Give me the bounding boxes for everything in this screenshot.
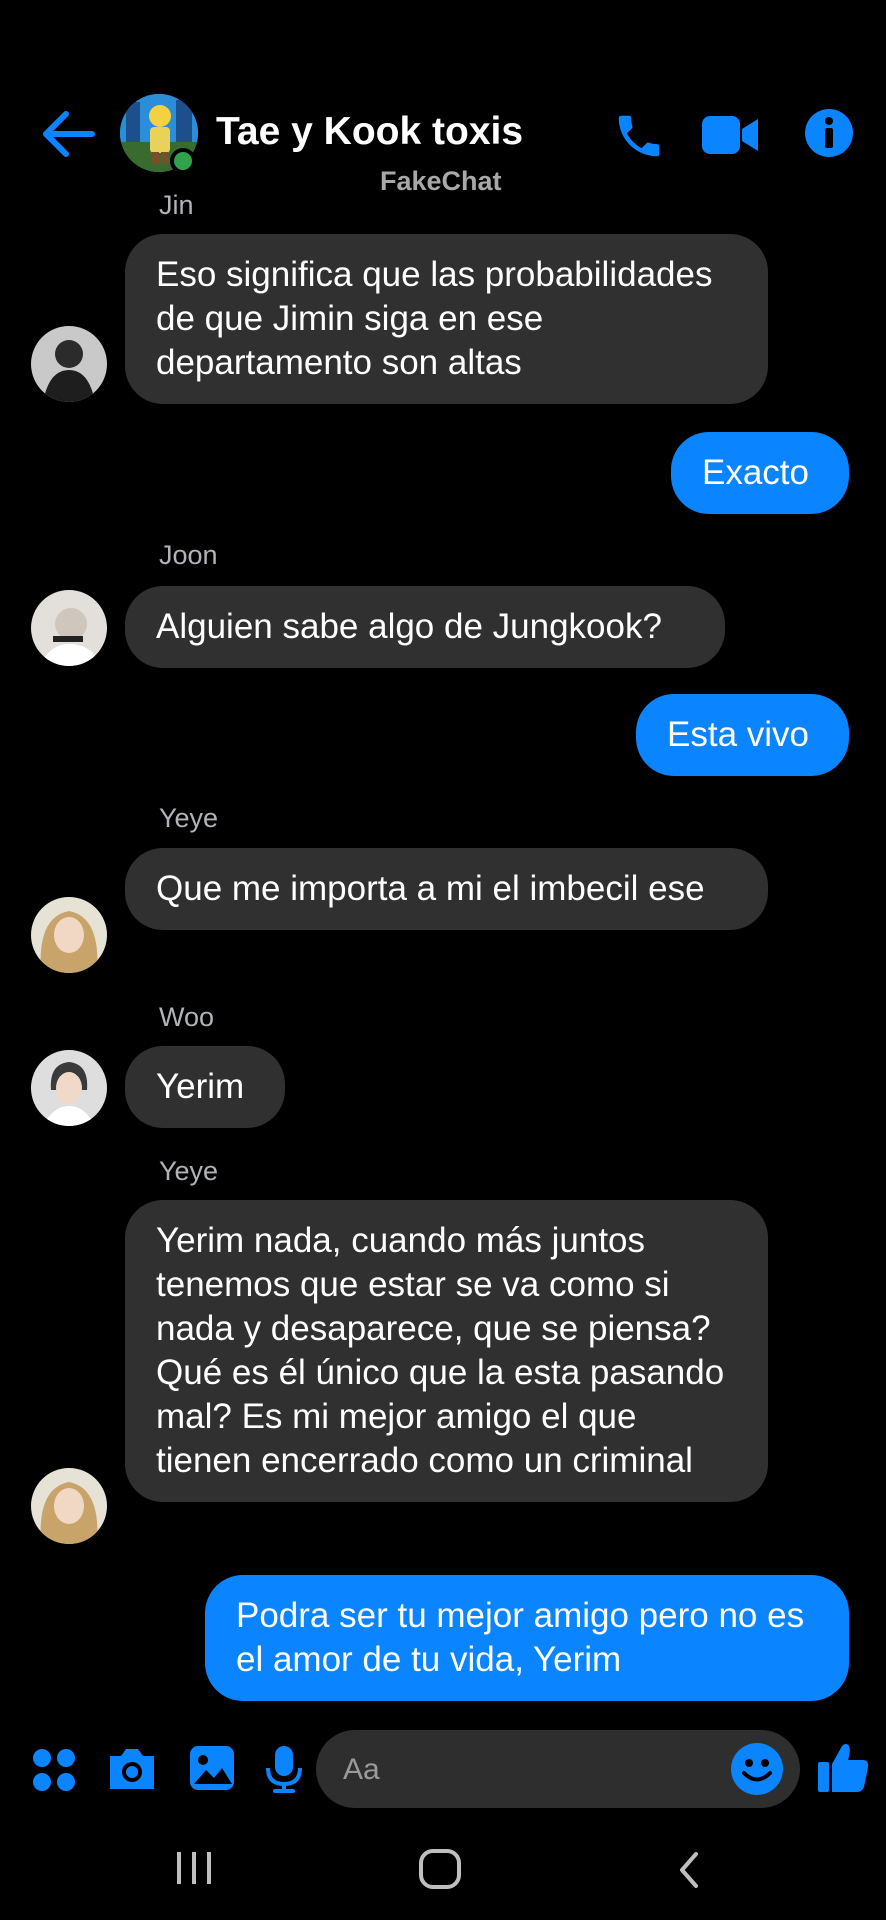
message-bubble-incoming[interactable]: Yerim nada, cuando más juntos tenemos qu… — [125, 1200, 768, 1502]
info-icon — [805, 109, 853, 157]
avatar-image — [31, 1050, 107, 1126]
phone-icon — [618, 115, 660, 157]
avatar-yeye[interactable] — [31, 897, 107, 973]
avatar-image — [31, 1468, 107, 1544]
voice-message-button[interactable] — [264, 1744, 304, 1799]
avatar-image — [31, 326, 107, 402]
info-button[interactable] — [804, 108, 854, 164]
thumbs-up-icon — [818, 1744, 869, 1792]
message-input-placeholder: Aa — [343, 1753, 380, 1786]
avatar-image — [31, 590, 107, 666]
chat-title[interactable]: Tae y Kook toxis — [216, 110, 523, 154]
message-bubble-incoming[interactable]: Eso significa que las probabilidades de … — [125, 234, 768, 404]
sender-name: Woo — [159, 1002, 215, 1032]
chat-subtitle: FakeChat — [380, 166, 502, 196]
microphone-icon — [266, 1746, 302, 1793]
avatar-yeye[interactable] — [31, 1468, 107, 1544]
sender-name: Jin — [159, 190, 194, 220]
apps-button[interactable] — [32, 1748, 76, 1797]
message-bubble-incoming[interactable]: Yerim — [125, 1046, 285, 1128]
back-button[interactable] — [38, 108, 98, 160]
like-button[interactable] — [816, 1740, 870, 1799]
avatar-jin[interactable] — [31, 326, 107, 402]
emoji-icon — [731, 1743, 783, 1795]
camera-icon — [110, 1749, 154, 1789]
gallery-icon — [190, 1746, 234, 1790]
emoji-button[interactable] — [730, 1742, 784, 1801]
recent-apps-icon — [177, 1852, 211, 1884]
message-bubble-outgoing[interactable]: Podra ser tu mejor amigo pero no es el a… — [205, 1575, 849, 1701]
message-bubble-outgoing[interactable]: Esta vivo — [636, 694, 849, 776]
recent-apps-button[interactable] — [174, 1850, 214, 1891]
message-bubble-outgoing[interactable]: Exacto — [671, 432, 849, 514]
message-bubble-incoming[interactable]: Alguien sabe algo de Jungkook? — [125, 586, 725, 668]
avatar-image — [31, 897, 107, 973]
back-arrow-icon — [43, 111, 95, 157]
voice-call-button[interactable] — [612, 108, 666, 164]
home-button[interactable] — [418, 1848, 462, 1895]
avatar-joon[interactable] — [31, 590, 107, 666]
sender-name: Yeye — [159, 803, 219, 833]
chevron-left-icon — [680, 1852, 698, 1888]
sender-name: Joon — [159, 540, 218, 570]
apps-grid-icon — [33, 1749, 75, 1791]
message-bubble-incoming[interactable]: Que me importa a mi el imbecil ese — [125, 848, 768, 930]
video-camera-icon — [702, 116, 758, 154]
camera-button[interactable] — [106, 1746, 158, 1797]
gallery-button[interactable] — [188, 1744, 236, 1797]
sender-name: Yeye — [159, 1156, 219, 1186]
video-call-button[interactable] — [700, 112, 760, 168]
message-input[interactable] — [316, 1730, 800, 1808]
home-icon — [419, 1849, 461, 1889]
system-back-button[interactable] — [674, 1850, 704, 1895]
avatar-woo[interactable] — [31, 1050, 107, 1126]
online-status-dot — [170, 148, 196, 174]
